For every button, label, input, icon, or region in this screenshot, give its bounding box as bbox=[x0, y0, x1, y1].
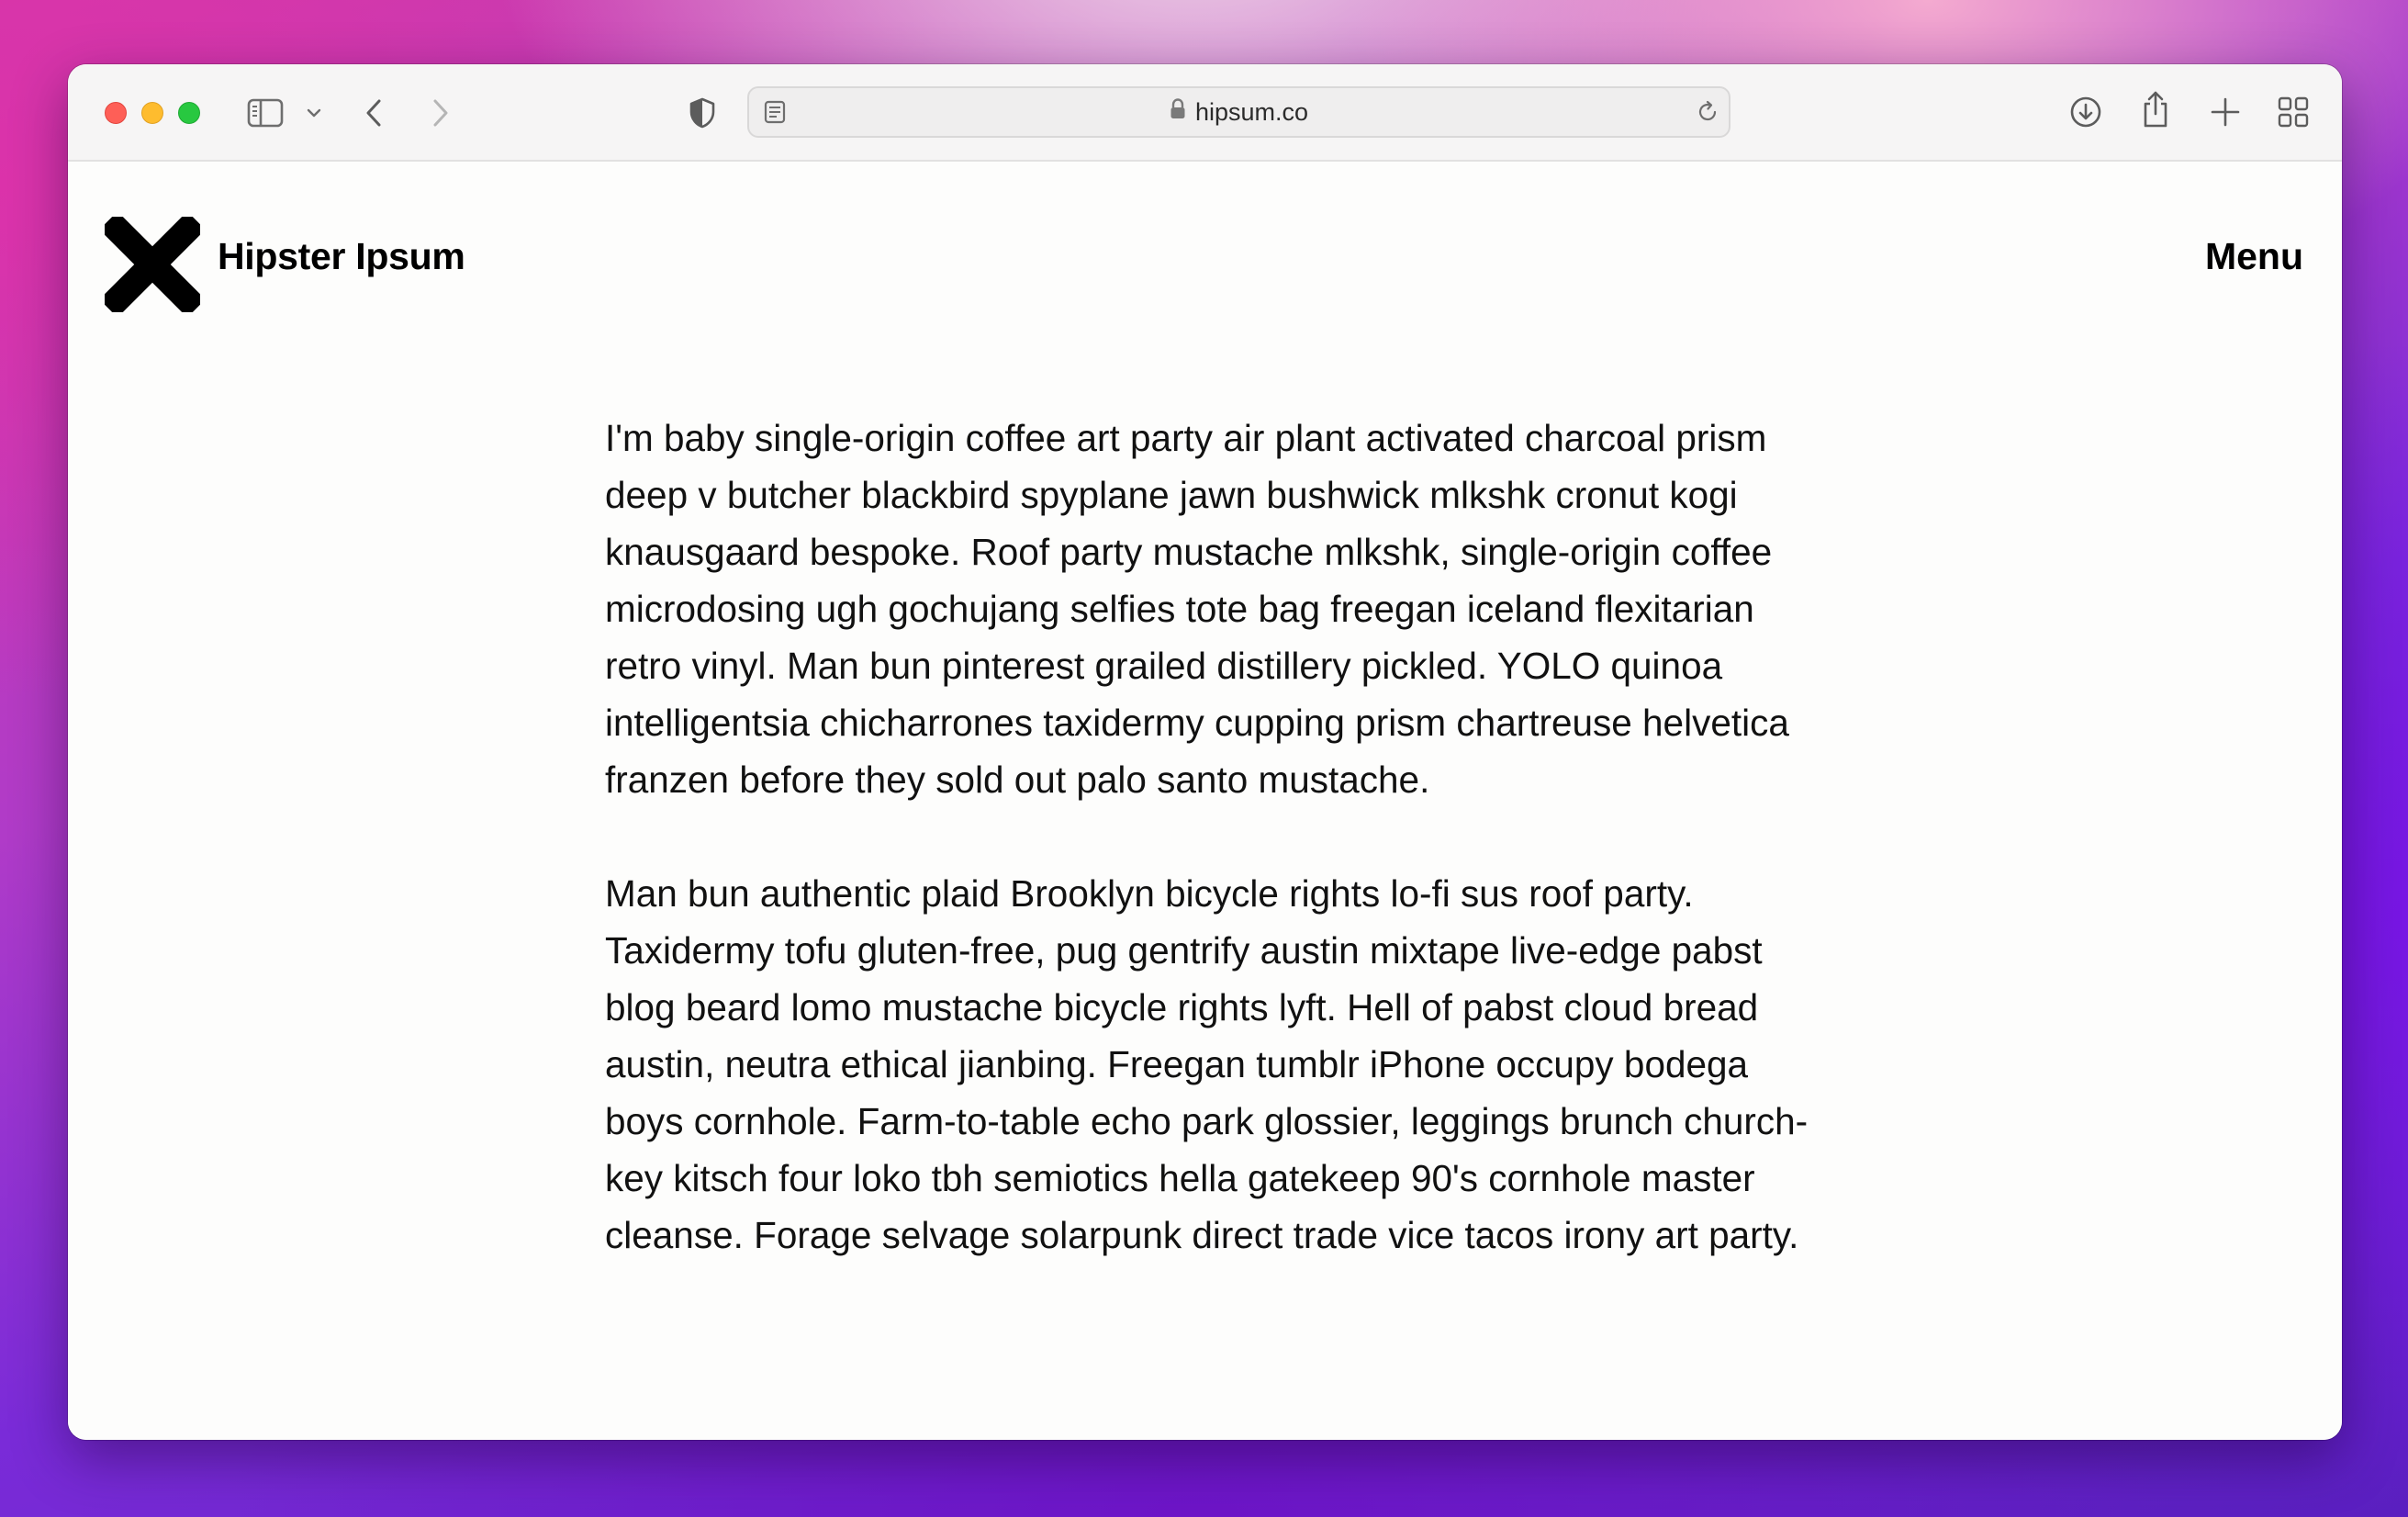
lorem-content: I'm baby single-origin coffee art party … bbox=[605, 410, 1826, 1320]
menu-button[interactable]: Menu bbox=[2205, 235, 2303, 278]
paragraph: I'm baby single-origin coffee art party … bbox=[605, 417, 1789, 801]
lock-icon bbox=[1170, 97, 1186, 127]
browser-toolbar: hipsum.co bbox=[68, 64, 2342, 162]
minimize-icon[interactable] bbox=[141, 102, 163, 124]
paragraph: Man bun authentic plaid Brooklyn bicycle… bbox=[605, 872, 1809, 1256]
web-page: Hipster Ipsum Menu I'm baby single-origi… bbox=[68, 162, 2342, 1440]
new-tab-icon[interactable] bbox=[2209, 96, 2242, 129]
close-icon[interactable] bbox=[105, 102, 127, 124]
back-icon[interactable] bbox=[364, 96, 386, 129]
browser-window: hipsum.co Hipster Ipsum Menu I'm baby si… bbox=[68, 64, 2342, 1440]
download-icon[interactable] bbox=[2068, 95, 2103, 129]
sidebar-icon[interactable] bbox=[247, 98, 284, 128]
shield-icon[interactable] bbox=[689, 96, 716, 129]
reload-icon[interactable] bbox=[1696, 100, 1719, 124]
address-bar[interactable]: hipsum.co bbox=[747, 86, 1730, 138]
url-text: hipsum.co bbox=[1194, 97, 1309, 126]
share-icon[interactable] bbox=[2139, 90, 2172, 129]
url-display[interactable]: hipsum.co bbox=[749, 88, 1729, 136]
forward-icon[interactable] bbox=[429, 96, 451, 129]
site-title[interactable]: Hipster Ipsum bbox=[218, 235, 465, 278]
x-logo-icon[interactable] bbox=[99, 211, 206, 318]
tab-overview-icon[interactable] bbox=[2277, 96, 2310, 129]
zoom-icon[interactable] bbox=[178, 102, 200, 124]
chevron-down-icon[interactable] bbox=[306, 107, 322, 118]
